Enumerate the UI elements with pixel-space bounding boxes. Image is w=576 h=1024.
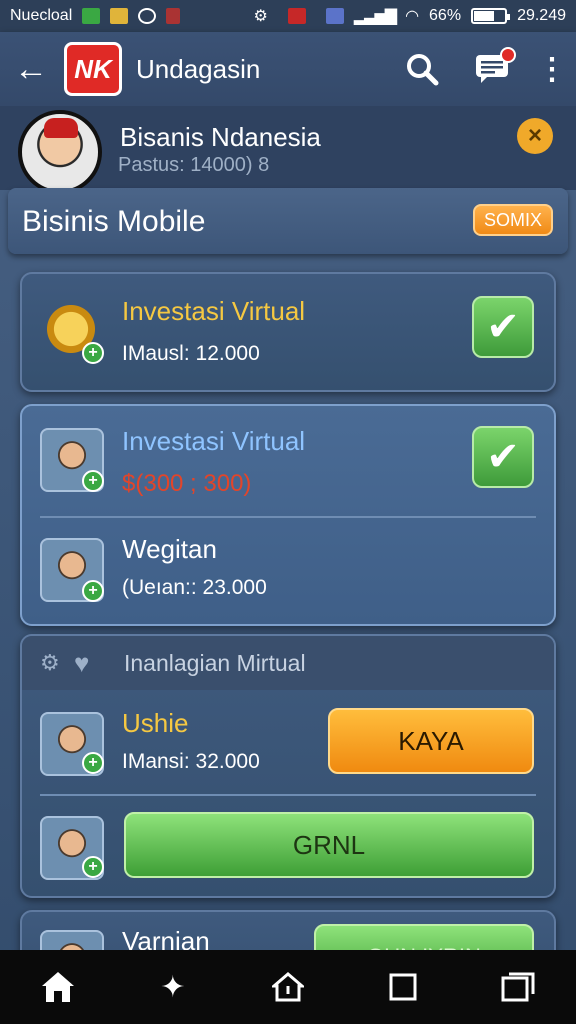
- battery-icon: [471, 8, 511, 24]
- search-icon[interactable]: [402, 49, 442, 89]
- plus-icon[interactable]: +: [82, 580, 104, 602]
- gear-icon: ⚙: [40, 650, 60, 675]
- app-logo: NK: [64, 42, 122, 96]
- bottom-nav: ✦: [0, 950, 576, 1024]
- recent-apps-icon[interactable]: [488, 957, 548, 1017]
- plus-icon[interactable]: +: [82, 856, 104, 878]
- house-outline-icon[interactable]: [258, 957, 318, 1017]
- home-icon[interactable]: [28, 957, 88, 1017]
- item-subtitle: $(300 ; 300): [122, 470, 252, 497]
- wifi-icon: ◠: [405, 8, 420, 25]
- check-icon[interactable]: ✔: [472, 296, 534, 358]
- app-title: Undagasin: [136, 53, 261, 84]
- check-icon[interactable]: ✔: [472, 426, 534, 488]
- heart-icon: ♥: [74, 648, 90, 678]
- close-icon[interactable]: ×: [517, 118, 553, 154]
- divider: [40, 516, 536, 518]
- mail-icon: [287, 8, 306, 24]
- clock: 29.249: [517, 7, 566, 24]
- plus-icon[interactable]: +: [82, 752, 104, 774]
- square-icon[interactable]: [373, 957, 433, 1017]
- somix-button[interactable]: SOMIX: [473, 204, 553, 236]
- carrier-text: Nuecloal: [10, 7, 73, 24]
- item-title: Ushie: [122, 708, 189, 738]
- item-subtitle: (Ueıan:: 23.000: [122, 576, 267, 599]
- battery-percent: 66%: [429, 7, 462, 24]
- item-title: Wegitan: [122, 534, 217, 564]
- item-subtitle: IMansi: 32.000: [122, 750, 260, 773]
- more-options-icon[interactable]: ⋮: [537, 49, 567, 89]
- settings-icon: ⚙: [253, 8, 268, 25]
- gallery-icon: [110, 8, 129, 24]
- section-title: Bisinis Mobile: [22, 205, 206, 238]
- item-title: Investasi Virtual: [122, 426, 306, 456]
- plus-icon[interactable]: +: [82, 470, 104, 492]
- kaya-button[interactable]: KAYA: [328, 708, 534, 774]
- app-bar: ← NK Undagasin ⋮: [0, 32, 576, 106]
- app-shortcut-icon: [166, 8, 181, 24]
- status-bar: Nuecloal ⚙ ▂▃▅▇ ◠ 66% 29.249: [0, 0, 576, 32]
- plus-icon[interactable]: +: [82, 342, 104, 364]
- notification-icon: [82, 8, 101, 24]
- avatar[interactable]: [18, 110, 102, 194]
- subsection-title: Inanlagian Mirtual: [124, 650, 306, 676]
- item-title: Investasi Virtual: [122, 296, 306, 326]
- circle-app-icon: [138, 8, 157, 24]
- profile-status: Pastus: 14000) 8: [118, 154, 270, 176]
- back-arrow-icon[interactable]: ←: [14, 50, 58, 89]
- profile-name: Bisanis Ndanesia: [120, 122, 321, 152]
- notification-badge: [500, 47, 516, 63]
- f-icon: [325, 8, 344, 24]
- sparkle-icon[interactable]: ✦: [143, 957, 203, 1017]
- divider: [40, 794, 536, 796]
- signal-icon: ▂▃▅▇: [353, 8, 397, 25]
- grnl-button[interactable]: GRNL: [124, 812, 534, 878]
- messages-icon[interactable]: [472, 47, 516, 89]
- item-subtitle: IMausl: 12.000: [122, 342, 260, 365]
